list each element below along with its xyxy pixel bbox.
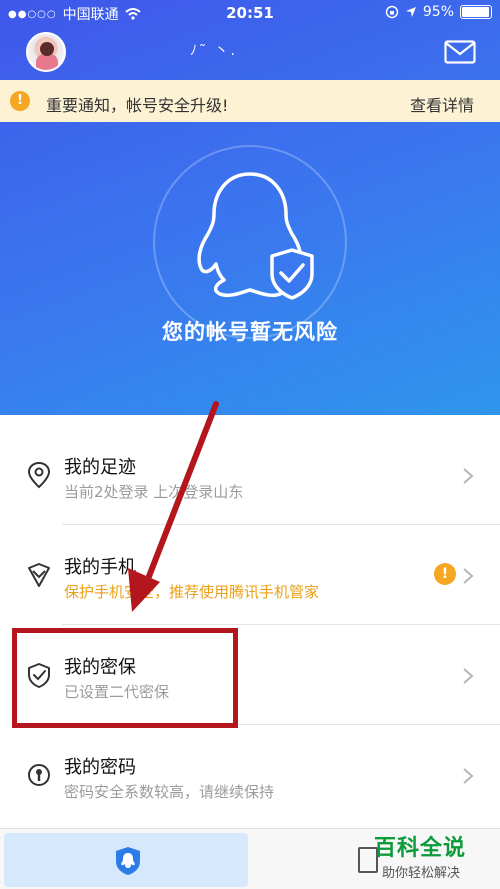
- warning-icon: !: [434, 563, 456, 585]
- row-title: 我的足迹: [64, 457, 136, 478]
- avatar-figure-body: [36, 54, 58, 70]
- row-subtitle: 保护手机安全，推荐使用腾讯手机管家: [64, 583, 320, 601]
- chevron-right-icon: [463, 468, 474, 484]
- account-status-message: 您的帐号暂无风险: [162, 320, 338, 344]
- row-title: 我的手机: [64, 557, 136, 578]
- row-subtitle: 密码安全系数较高，请继续保持: [64, 783, 275, 801]
- shield-check-outline-icon: [28, 563, 50, 587]
- warning-icon: !: [10, 91, 30, 111]
- row-title: 我的密码: [64, 757, 136, 778]
- battery-icon: [460, 5, 492, 19]
- list-item-footprint[interactable]: 我的足迹 当前2处登录 上次登录山东: [0, 425, 500, 525]
- watermark-logo: 百科全说 助你轻松解决: [374, 830, 494, 886]
- chevron-right-icon: [463, 768, 474, 784]
- chevron-right-icon: [463, 568, 474, 584]
- app-header: ﾉ˜ 丶.: [0, 26, 500, 80]
- hero-panel: ●●○○○ 中国联通 20:51 95% ﾉ˜ 丶. ! 重要通知，帐号安全升级…: [0, 0, 500, 415]
- watermark-subtitle: 助你轻松解决: [382, 866, 461, 881]
- notice-text: 重要通知，帐号安全升级!: [46, 96, 229, 115]
- security-notice-banner[interactable]: ! 重要通知，帐号安全升级! 查看详情: [0, 80, 500, 122]
- qq-penguin-shield-icon: [153, 145, 347, 339]
- list-item-phone[interactable]: 我的手机 保护手机安全，推荐使用腾讯手机管家 !: [0, 525, 500, 625]
- battery-percent: 95%: [422, 4, 454, 20]
- watermark-title: 百科全说: [374, 836, 467, 861]
- mail-icon[interactable]: [444, 40, 476, 64]
- chevron-right-icon: [463, 668, 474, 684]
- key-icon: [28, 764, 50, 786]
- location-arrow-icon: [405, 7, 416, 17]
- annotation-highlight-box: [12, 628, 238, 728]
- avatar[interactable]: [26, 32, 66, 72]
- view-details-link[interactable]: 查看详情: [410, 92, 474, 116]
- rotation-lock-icon: [385, 5, 399, 19]
- qq-shield-tab-icon: [116, 847, 140, 875]
- status-bar: ●●○○○ 中国联通 20:51 95%: [0, 0, 500, 26]
- avatar-figure-head: [40, 42, 54, 56]
- battery-fill: [462, 7, 489, 17]
- list-item-password[interactable]: 我的密码 密码安全系数较高，请继续保持: [0, 725, 500, 825]
- status-right: 95%: [385, 4, 492, 20]
- location-pin-icon: [27, 461, 51, 489]
- tab-security[interactable]: [4, 833, 248, 887]
- row-subtitle: 当前2处登录 上次登录山东: [64, 483, 244, 501]
- nickname: ﾉ˜ 丶.: [190, 43, 237, 59]
